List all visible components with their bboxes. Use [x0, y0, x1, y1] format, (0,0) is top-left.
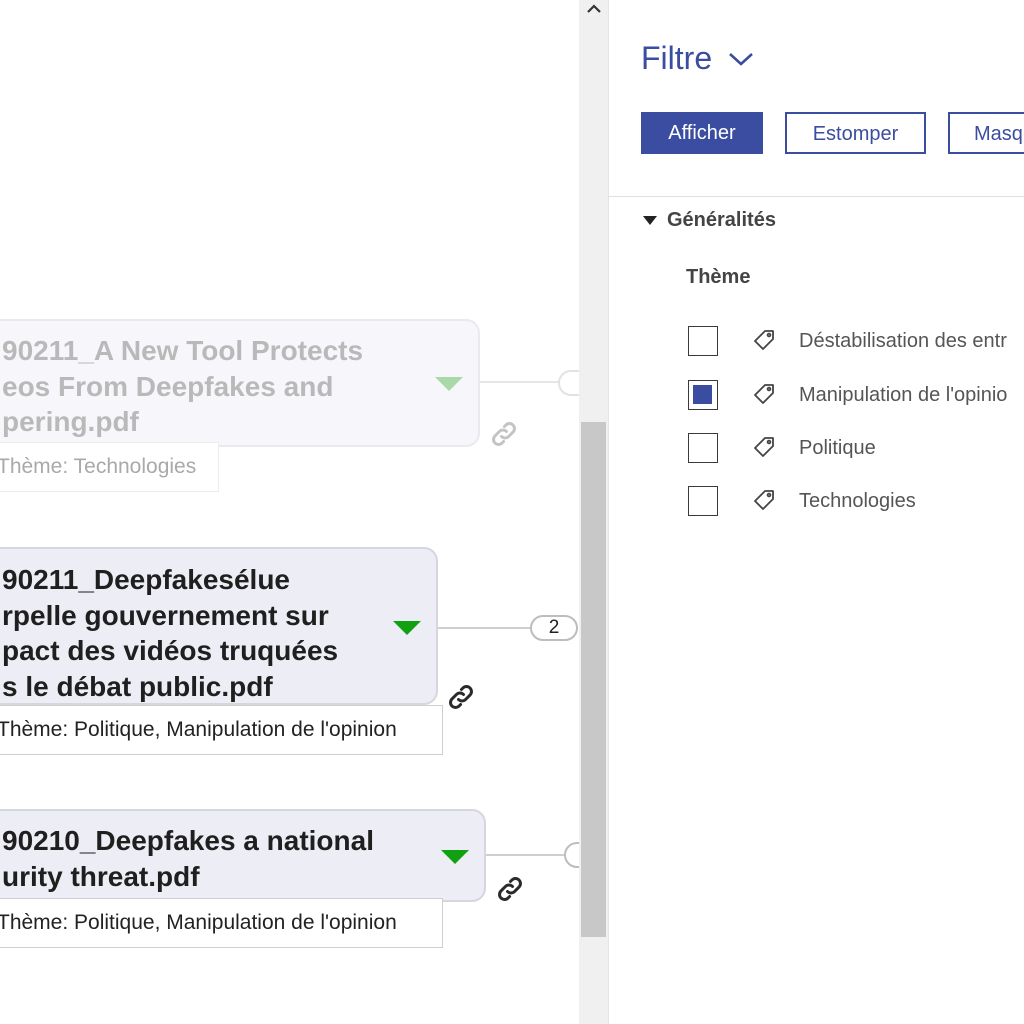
node-2-child-count-badge[interactable]: 2	[530, 615, 578, 641]
filter-row-politique[interactable]: Politique	[688, 432, 876, 464]
tag-icon	[754, 384, 774, 404]
node-2-title-line-3: pact des vidéos truquées	[2, 635, 339, 666]
node-3-connector	[486, 854, 566, 856]
node-1-link-icon[interactable]	[489, 419, 519, 449]
scroll-up-button[interactable]	[579, 0, 608, 18]
show-button[interactable]: Afficher	[641, 112, 763, 154]
filter-checkbox-destabilisation[interactable]	[688, 326, 718, 356]
filter-row-manipulation[interactable]: Manipulation de l'opinio	[688, 379, 1007, 411]
filter-row-technologies[interactable]: Technologies	[688, 485, 916, 517]
node-3-link-icon[interactable]	[495, 874, 525, 904]
hide-button[interactable]: Masq	[948, 112, 1024, 154]
node-2-theme-label: Thème: Politique, Manipulation de l'opin…	[0, 705, 443, 755]
map-node-2[interactable]: 90211_Deepfakesélue rpelle gouvernement …	[0, 547, 438, 705]
node-1-expand-arrow-icon[interactable]	[435, 377, 463, 391]
node-1-title-line-3: pering.pdf	[2, 406, 139, 437]
subsection-theme: Thème	[686, 266, 751, 288]
panel-divider	[609, 196, 1024, 197]
filter-panel: Filtre Afficher Estomper Masq Généralité…	[608, 0, 1024, 1024]
node-2-title-line-2: rpelle gouvernement sur	[2, 599, 329, 631]
node-3-theme-label: Thème: Politique, Manipulation de l'opin…	[0, 898, 443, 948]
section-title: Généralités	[667, 208, 776, 231]
node-2-title-line-4: s le débat public.pdf	[2, 670, 273, 702]
node-2-link-icon[interactable]	[446, 682, 476, 712]
mind-map-canvas[interactable]: 90211_A New Tool Protects eos From Deepf…	[0, 0, 579, 1024]
fade-button[interactable]: Estomper	[785, 112, 926, 154]
filter-label-politique: Politique	[799, 436, 876, 459]
node-2-title-line-1: 90211_Deepfakesélue	[2, 564, 290, 595]
caret-down-icon	[643, 215, 657, 225]
map-node-3[interactable]: 90210_Deepfakes a national urity threat.…	[0, 809, 486, 902]
node-3-title-line-2: urity threat.pdf	[2, 860, 200, 892]
filter-title: Filtre	[641, 40, 713, 76]
filter-checkbox-technologies[interactable]	[688, 486, 718, 516]
filter-header[interactable]: Filtre	[641, 40, 754, 77]
filter-checkbox-manipulation[interactable]	[688, 380, 718, 410]
filter-label-destabilisation: Déstabilisation des entr	[799, 329, 1007, 352]
filter-checkbox-politique[interactable]	[688, 433, 718, 463]
vertical-scrollbar[interactable]	[579, 0, 608, 1024]
node-2-theme-text: Thème: Politique, Manipulation de l'opin…	[0, 718, 397, 741]
node-2-expand-arrow-icon[interactable]	[393, 621, 421, 635]
tag-icon	[754, 330, 774, 350]
node-1-connector	[480, 381, 560, 383]
node-1-collapse-handle[interactable]	[558, 370, 579, 396]
node-3-title-line-1: 90210_Deepfakes a national	[2, 825, 374, 856]
filter-label-manipulation: Manipulation de l'opinio	[799, 383, 1008, 406]
filter-row-destabilisation[interactable]: Déstabilisation des entr	[688, 325, 1007, 357]
tag-icon	[754, 490, 774, 510]
node-2-connector	[438, 627, 533, 629]
node-1-title-line-2: eos From Deepfakes and	[2, 370, 334, 402]
node-1-theme-text: Thème: Technologies	[0, 455, 197, 478]
node-1-theme-label: Thème: Technologies	[0, 442, 219, 492]
scrollbar-thumb[interactable]	[581, 422, 606, 937]
node-3-theme-text: Thème: Politique, Manipulation de l'opin…	[0, 911, 397, 934]
node-3-collapse-handle[interactable]	[564, 842, 579, 868]
section-generalites[interactable]: Généralités	[643, 206, 776, 234]
node-1-title-line-1: 90211_A New Tool Protects	[2, 335, 364, 366]
filter-label-technologies: Technologies	[799, 489, 916, 512]
chevron-down-icon	[729, 52, 753, 66]
chevron-up-icon	[586, 4, 601, 13]
node-3-expand-arrow-icon[interactable]	[441, 850, 469, 864]
map-node-1[interactable]: 90211_A New Tool Protects eos From Deepf…	[0, 319, 480, 447]
tag-icon	[754, 437, 774, 457]
node-2-child-count: 2	[548, 617, 560, 638]
